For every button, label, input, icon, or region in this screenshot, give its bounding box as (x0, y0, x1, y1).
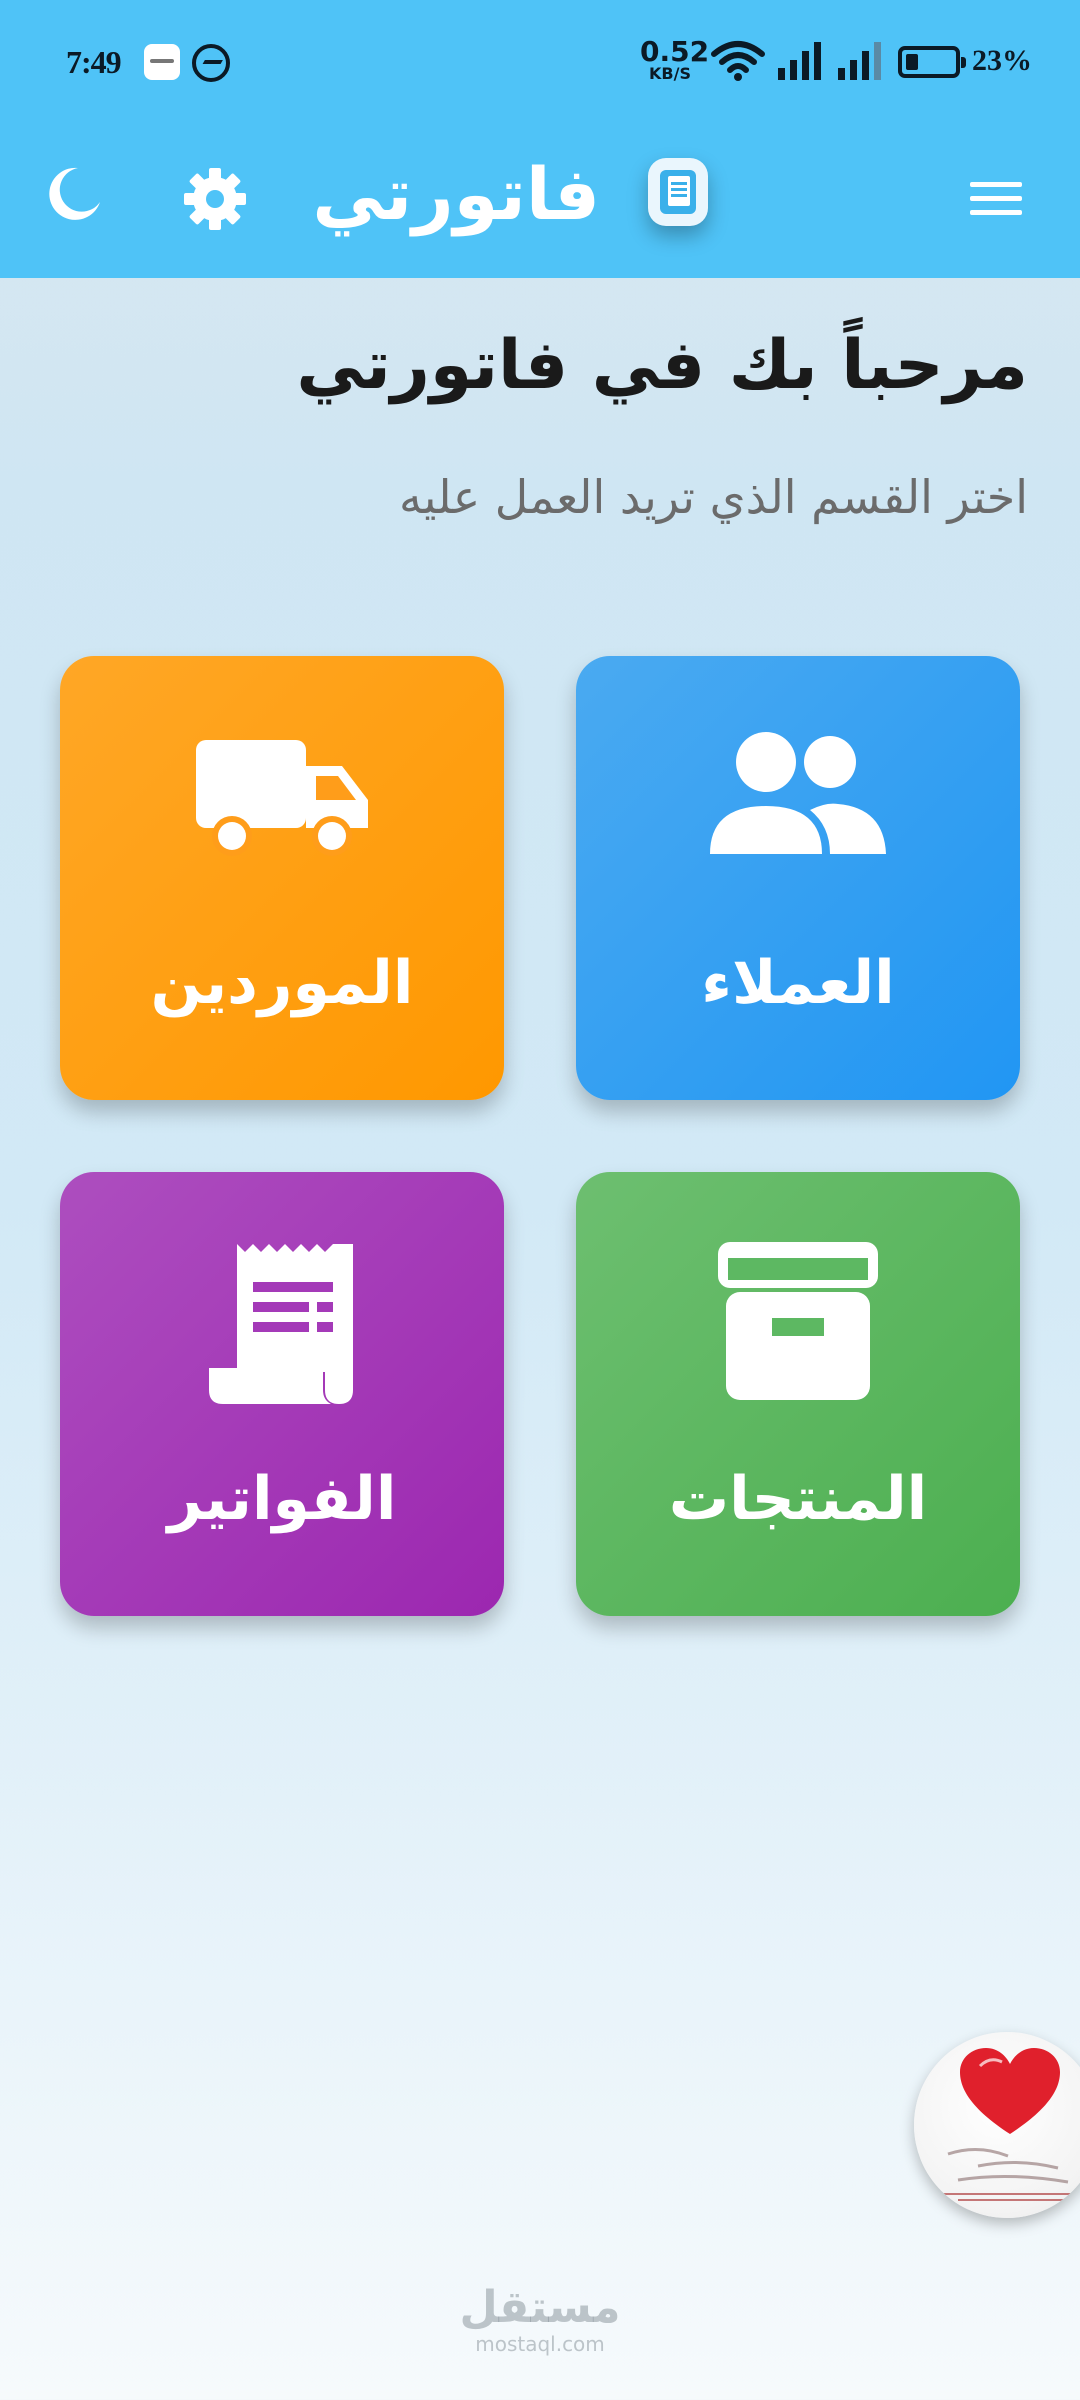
moon-icon[interactable] (40, 162, 104, 226)
battery-percent: 23% (972, 44, 1032, 77)
battery-icon (898, 46, 966, 78)
suppliers-tile-label: الموردين (150, 948, 414, 1018)
truck-icon (60, 726, 504, 876)
customers-tile-label: العملاء (701, 948, 895, 1018)
status-bar: 7:49 0.52 KB/S 23% (0, 0, 1080, 126)
welcome-title: مرحباً بك في فاتورتي (296, 326, 1028, 405)
archive-box-icon (576, 1242, 1020, 1400)
menu-icon[interactable] (966, 168, 1026, 228)
products-tile-label: المنتجات (668, 1464, 928, 1534)
app-bar: فاتورتي (0, 126, 1080, 278)
customers-tile[interactable]: العملاء (576, 656, 1020, 1100)
watermark: مستقل mostaql.com (430, 2282, 650, 2357)
receipt-icon (60, 1242, 504, 1404)
invoices-tile-label: الفواتير (167, 1464, 397, 1534)
status-time: 7:49 (66, 44, 122, 80)
welcome-subtitle: اختر القسم الذي تريد العمل عليه (398, 470, 1028, 524)
sticker-decoration-icon (938, 2148, 1080, 2201)
network-speed-unit: KB/S (649, 64, 691, 83)
network-speed-value: 0.52 (640, 35, 710, 68)
heart-icon (960, 2048, 1060, 2134)
floating-sticker-bubble[interactable] (914, 2032, 1080, 2218)
invoices-tile[interactable]: الفواتير (60, 1172, 504, 1616)
app-logo-icon (648, 158, 708, 226)
watermark-arabic: مستقل (459, 2282, 621, 2333)
network-speed: 0.52 KB/S (640, 35, 710, 83)
watermark-latin: mostaql.com (475, 2332, 605, 2357)
app-title: فاتورتي (312, 152, 600, 236)
signal-icon (838, 42, 881, 80)
people-icon (576, 726, 1020, 876)
signal-icon (778, 42, 821, 80)
notification-app-icon (144, 44, 180, 80)
gear-icon[interactable] (182, 166, 248, 232)
suppliers-tile[interactable]: الموردين (60, 656, 504, 1100)
wifi-icon (711, 41, 765, 81)
products-tile[interactable]: المنتجات (576, 1172, 1020, 1616)
messenger-icon (192, 44, 230, 82)
